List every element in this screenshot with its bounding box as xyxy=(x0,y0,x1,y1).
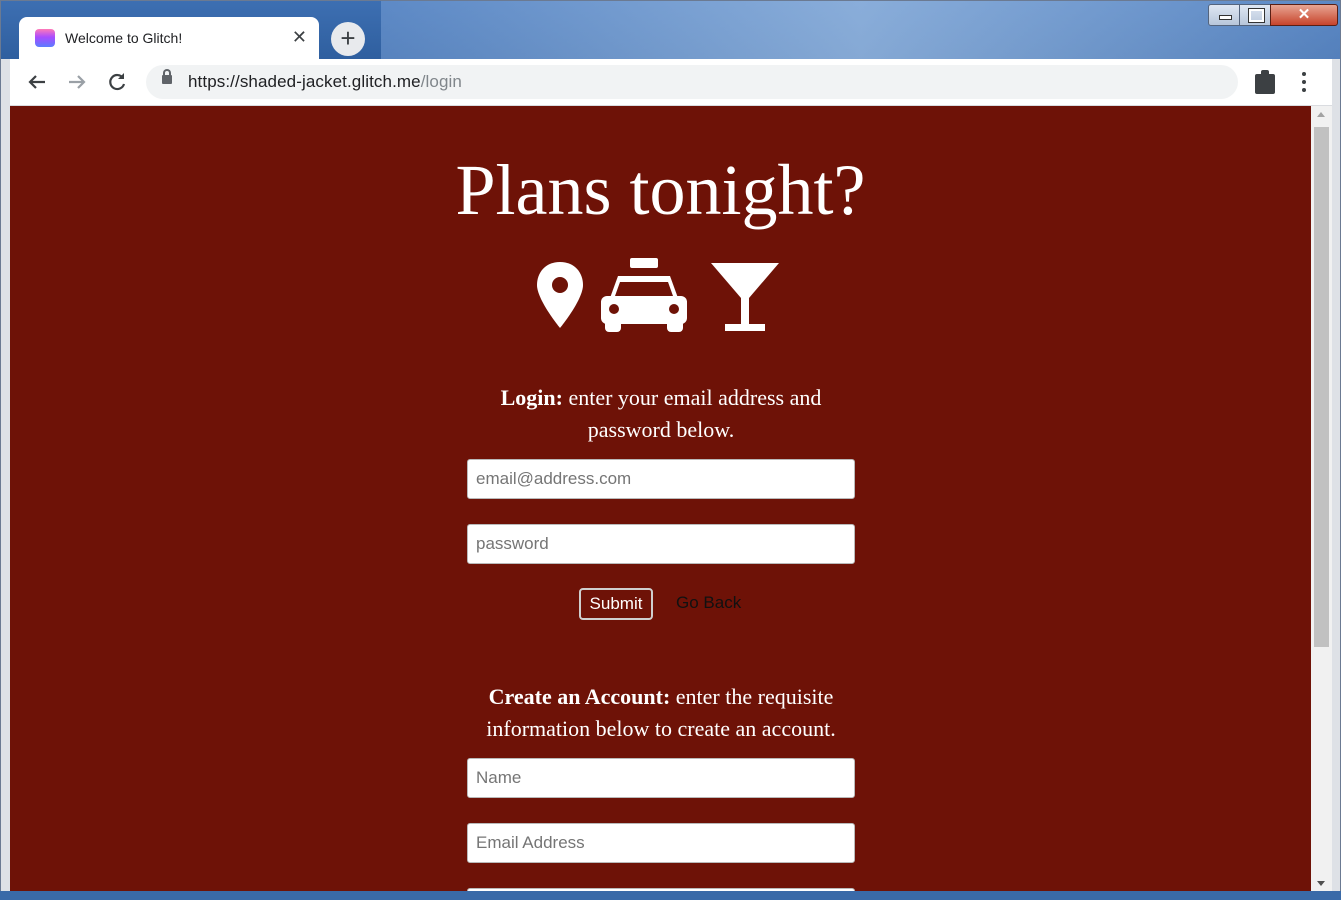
forward-arrow-icon[interactable] xyxy=(64,69,90,95)
browser-toolbar: https://shaded-jacket.glitch.me/login xyxy=(10,59,1332,106)
hero-icons xyxy=(530,258,790,338)
new-tab-button[interactable]: + xyxy=(331,22,365,56)
address-bar[interactable]: https://shaded-jacket.glitch.me/login xyxy=(146,65,1238,99)
page-title: Plans tonight? xyxy=(455,150,866,230)
lock-icon xyxy=(162,69,172,84)
active-tab[interactable]: Welcome to Glitch! ✕ xyxy=(19,17,319,59)
cocktail-icon xyxy=(711,263,779,331)
login-password-input[interactable] xyxy=(467,524,855,564)
tab-close-icon[interactable]: ✕ xyxy=(292,26,307,48)
maximize-button[interactable] xyxy=(1239,4,1271,26)
login-text: enter your email address and password be… xyxy=(562,385,822,442)
go-back-link[interactable]: Go Back xyxy=(676,593,741,613)
page-scrollbar[interactable] xyxy=(1311,106,1332,892)
map-marker-icon xyxy=(537,262,583,328)
background-window-blur xyxy=(381,1,1340,59)
submit-button[interactable]: Submit xyxy=(579,588,653,620)
back-arrow-icon[interactable] xyxy=(24,69,50,95)
create-account-label: Create an Account: xyxy=(488,684,671,709)
taxi-icon xyxy=(601,258,687,332)
reload-icon[interactable] xyxy=(104,69,130,95)
tab-strip: Welcome to Glitch! ✕ + xyxy=(1,1,1340,59)
glitch-favicon-icon xyxy=(35,29,55,47)
extension-clipboard-icon[interactable] xyxy=(1255,70,1275,94)
close-window-button[interactable]: ✕ xyxy=(1270,4,1338,26)
create-account-instructions: Create an Account: enter the requisite i… xyxy=(456,681,866,745)
browser-menu-icon[interactable] xyxy=(1294,69,1314,95)
browser-window: Welcome to Glitch! ✕ + ✕ https://shaded-… xyxy=(0,0,1341,900)
taskbar-strip xyxy=(0,891,1341,900)
url-text: https://shaded-jacket.glitch.me/login xyxy=(188,72,462,91)
scroll-down-arrow-icon[interactable] xyxy=(1317,881,1325,886)
login-instructions: Login: enter your email address and pass… xyxy=(466,382,856,446)
login-label: Login: xyxy=(500,385,563,410)
minimize-button[interactable] xyxy=(1208,4,1240,26)
scroll-up-arrow-icon[interactable] xyxy=(1317,112,1325,117)
create-email-input[interactable] xyxy=(467,823,855,863)
create-name-input[interactable] xyxy=(467,758,855,798)
tab-title: Welcome to Glitch! xyxy=(65,30,183,46)
scroll-thumb[interactable] xyxy=(1314,127,1329,647)
login-email-input[interactable] xyxy=(467,459,855,499)
page-viewport: Plans tonight? Login: enter your email a… xyxy=(10,106,1311,892)
